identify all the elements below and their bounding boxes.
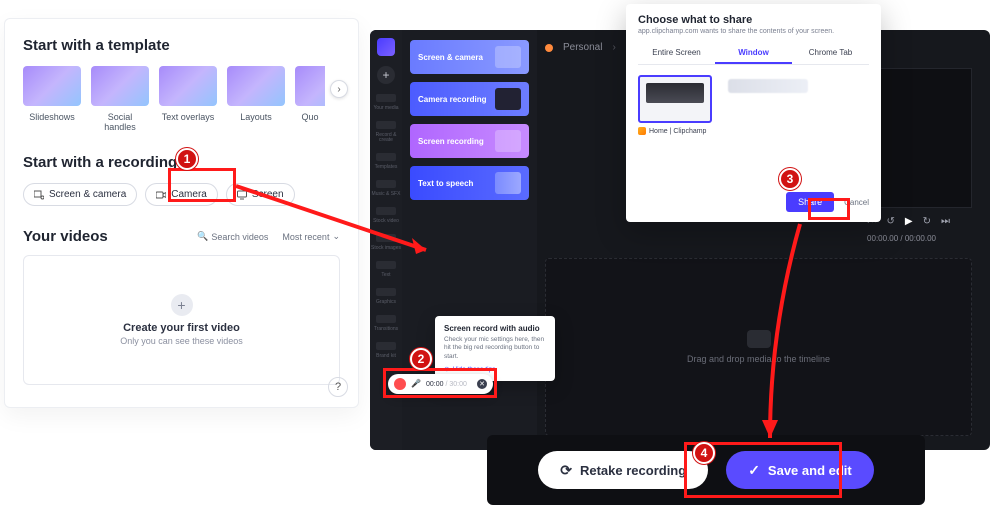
annotation-arrow-3-to-4	[0, 0, 1000, 520]
